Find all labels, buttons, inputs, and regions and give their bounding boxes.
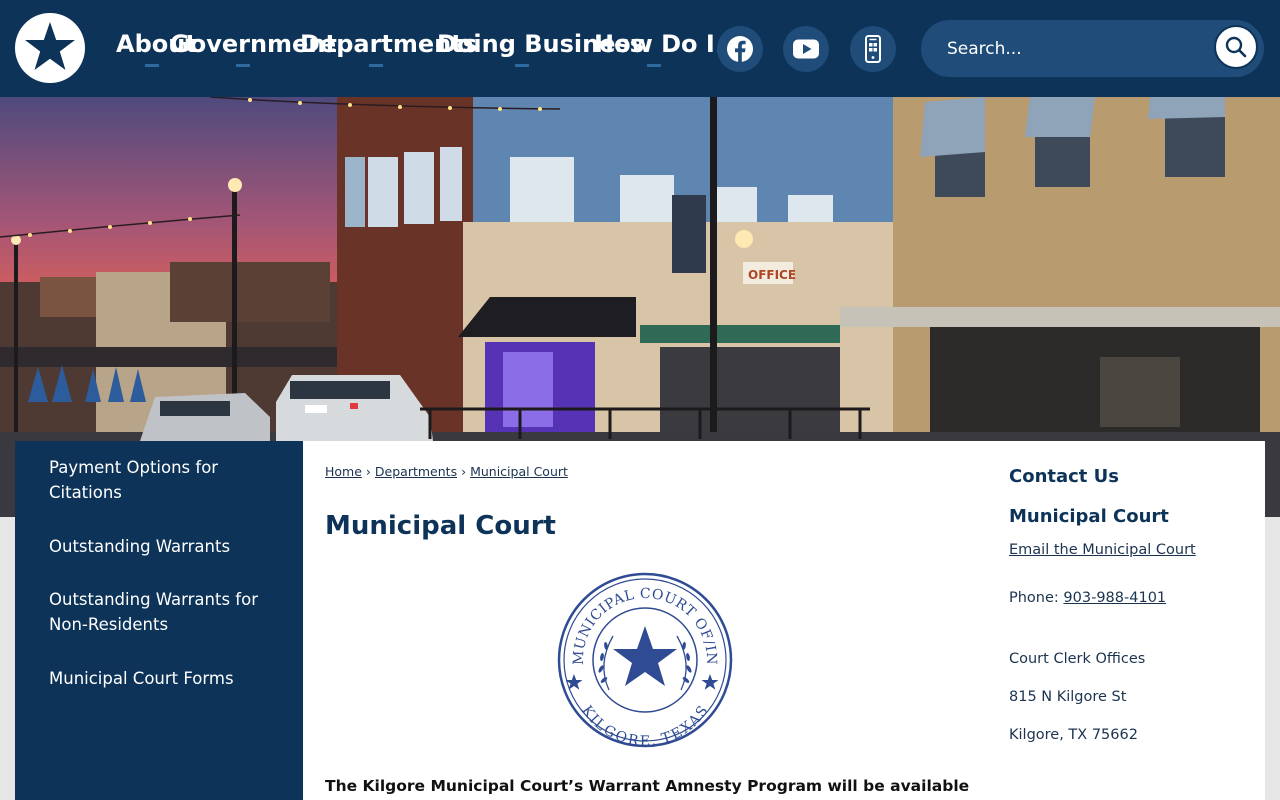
facebook-icon: [727, 36, 753, 62]
svg-text:KILGORE, TEXAS: KILGORE, TEXAS: [578, 703, 711, 748]
breadcrumb-municipal-court[interactable]: Municipal Court: [470, 464, 568, 479]
sidebar-item-payment-options[interactable]: Payment Options for Citations: [49, 455, 289, 505]
breadcrumb: Home › Departments › Municipal Court: [325, 464, 568, 479]
sidebar-item-warrants-non-residents[interactable]: Outstanding Warrants for Non-Residents: [49, 587, 289, 637]
seal-bottom-text: KILGORE, TEXAS: [578, 703, 711, 748]
nav-doing-business-underline: [515, 64, 529, 67]
facebook-button[interactable]: [717, 26, 763, 72]
contact-street: 815 N Kilgore St: [1009, 689, 1127, 705]
page-title: Municipal Court: [325, 511, 556, 541]
search-input[interactable]: [945, 34, 1199, 64]
star-icon: [613, 626, 677, 686]
mobile-app-button[interactable]: [850, 26, 896, 72]
amnesty-notice: The Kilgore Municipal Court’s Warrant Am…: [325, 777, 970, 795]
breadcrumb-departments[interactable]: Departments: [375, 464, 457, 479]
breadcrumb-separator: ›: [365, 464, 371, 479]
youtube-icon: [793, 39, 819, 59]
mobile-app-icon: [865, 35, 881, 63]
breadcrumb-home[interactable]: Home: [325, 464, 362, 479]
sidebar-item-outstanding-warrants[interactable]: Outstanding Warrants: [49, 534, 289, 559]
municipal-court-seal: MUNICIPAL COURT OF/IN KILGORE, TEXAS: [557, 572, 733, 748]
breadcrumb-separator: ›: [461, 464, 467, 479]
search-box: [921, 20, 1264, 77]
phone-label: Phone:: [1009, 590, 1059, 606]
contact-phone: Phone: 903-988-4101: [1009, 590, 1166, 606]
youtube-button[interactable]: [783, 26, 829, 72]
city-logo[interactable]: [15, 13, 85, 83]
site-header: About Government Departments Doing Busin…: [0, 0, 1280, 97]
star-icon: [701, 674, 719, 690]
contact-department: Municipal Court: [1009, 506, 1169, 527]
sidebar-nav: Payment Options for Citations Outstandin…: [15, 441, 303, 800]
star-icon: [565, 674, 583, 690]
email-link[interactable]: Email the Municipal Court: [1009, 542, 1196, 558]
search-button[interactable]: [1214, 25, 1258, 69]
nav-about-underline: [145, 64, 159, 67]
sidebar-item-court-forms[interactable]: Municipal Court Forms: [49, 666, 289, 691]
contact-city: Kilgore, TX 75662: [1009, 727, 1138, 743]
main-content: Home › Departments › Municipal Court Municip…: [303, 441, 1265, 800]
nav-how-do-i-underline: [647, 64, 661, 67]
contact-heading: Contact Us: [1009, 466, 1120, 487]
nav-government-underline: [236, 64, 250, 67]
phone-link[interactable]: 903-988-4101: [1063, 590, 1166, 606]
search-icon: [1225, 36, 1247, 58]
svg-text:OFFICE: OFFICE: [748, 268, 796, 282]
contact-office: Court Clerk Offices: [1009, 651, 1146, 667]
nav-departments-underline: [369, 64, 383, 67]
